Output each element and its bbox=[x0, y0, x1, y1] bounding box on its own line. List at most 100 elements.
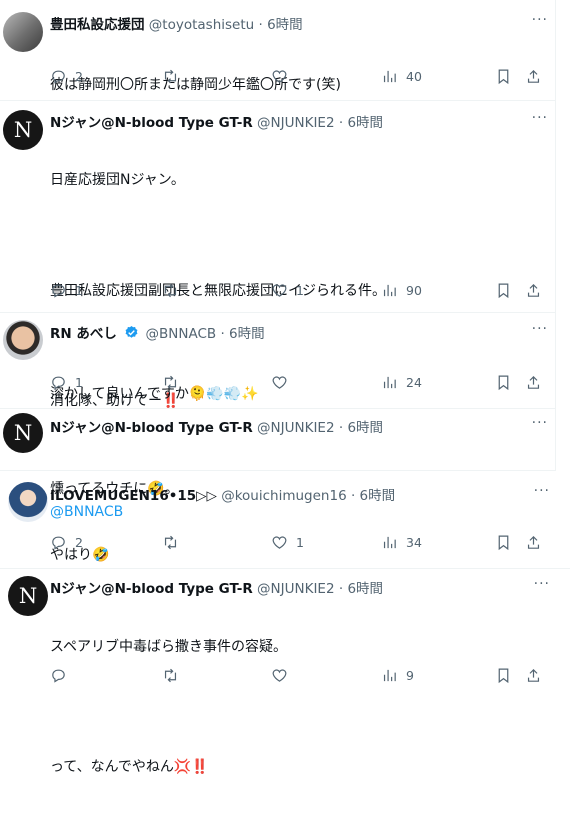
tweet[interactable]: N Nジャン@N-blood Type GT-R @NJUNKIE2 · 6時間… bbox=[0, 568, 570, 775]
tweet-header: ILOVEMUGEN16•15▷▷ @kouichimugen16 · 6時間 bbox=[50, 484, 395, 504]
share-button[interactable] bbox=[525, 374, 542, 391]
views-icon bbox=[383, 70, 396, 83]
tweet-line: スペアリブ中毒ばら撒き事件の容疑。 bbox=[50, 639, 288, 655]
reply-icon bbox=[52, 669, 65, 683]
user-handle[interactable]: @toyotashisetu bbox=[149, 17, 254, 33]
avatar[interactable]: N bbox=[8, 576, 48, 616]
reply-count: 1 bbox=[75, 375, 83, 390]
tweet-line: 日産応援団Nジャン。 bbox=[50, 172, 185, 188]
reply-button[interactable]: 2 bbox=[50, 68, 83, 85]
retweet-button[interactable] bbox=[162, 282, 187, 299]
bookmark-button[interactable] bbox=[495, 282, 512, 299]
like-button[interactable]: 1 bbox=[271, 282, 304, 299]
avatar[interactable] bbox=[3, 320, 43, 360]
reply-count: 2 bbox=[75, 69, 83, 84]
views-icon bbox=[383, 669, 396, 682]
reply-button[interactable]: 1 bbox=[50, 374, 83, 391]
tweet-header: Nジャン@N-blood Type GT-R @NJUNKIE2 · 6時間 bbox=[50, 577, 383, 597]
more-icon[interactable]: ··· bbox=[532, 415, 548, 431]
view-count: 90 bbox=[406, 283, 422, 298]
more-icon[interactable]: ··· bbox=[534, 483, 550, 499]
more-icon[interactable]: ··· bbox=[534, 576, 550, 592]
tweet-header: 豊田私設応援団 @toyotashisetu · 6時間 bbox=[50, 13, 303, 33]
share-button[interactable] bbox=[525, 282, 542, 299]
timestamp[interactable]: 6時間 bbox=[347, 420, 383, 436]
display-name[interactable]: ILOVEMUGEN16•15▷▷ bbox=[50, 488, 217, 504]
avatar[interactable] bbox=[3, 12, 43, 52]
bookmark-button[interactable] bbox=[495, 534, 512, 551]
views-button[interactable]: 9 bbox=[381, 667, 414, 684]
tweet[interactable]: RN あべし @BNNACB · 6時間 ··· 溶かして良いんですか🫠💨💨✨ … bbox=[0, 312, 556, 409]
like-count: 1 bbox=[296, 283, 304, 298]
tweet[interactable]: N Nジャン@N-blood Type GT-R @NJUNKIE2 · 6時間… bbox=[0, 408, 556, 497]
retweet-button[interactable] bbox=[162, 534, 187, 551]
reply-button[interactable]: 1 bbox=[50, 282, 83, 299]
bookmark-icon bbox=[498, 535, 509, 551]
more-icon[interactable]: ··· bbox=[532, 12, 548, 28]
more-icon[interactable]: ··· bbox=[532, 321, 548, 337]
display-name[interactable]: RN あべし bbox=[50, 326, 117, 342]
tweet[interactable]: 豊田私設応援団 @toyotashisetu · 6時間 ··· 彼は静岡刑〇所… bbox=[0, 0, 556, 101]
like-icon bbox=[272, 669, 287, 682]
views-button[interactable]: 40 bbox=[381, 68, 422, 85]
reply-button[interactable]: 2 bbox=[50, 534, 83, 551]
retweet-button[interactable] bbox=[162, 667, 187, 684]
like-button[interactable] bbox=[271, 374, 296, 391]
share-button[interactable] bbox=[525, 667, 542, 684]
like-icon bbox=[272, 376, 287, 389]
display-name[interactable]: Nジャン@N-blood Type GT-R bbox=[50, 581, 253, 597]
separator: · bbox=[338, 420, 344, 436]
user-handle[interactable]: @NJUNKIE2 bbox=[257, 115, 335, 131]
views-button[interactable]: 90 bbox=[381, 282, 422, 299]
reply-icon bbox=[52, 536, 65, 550]
tweet-header: RN あべし @BNNACB · 6時間 bbox=[50, 322, 265, 342]
avatar[interactable]: N bbox=[3, 413, 43, 453]
share-icon bbox=[527, 283, 540, 297]
avatar[interactable]: N bbox=[3, 110, 43, 150]
share-icon bbox=[527, 375, 540, 389]
share-button[interactable] bbox=[525, 534, 542, 551]
tweet-header: Nジャン@N-blood Type GT-R @NJUNKIE2 · 6時間 bbox=[50, 111, 383, 131]
retweet-button[interactable] bbox=[162, 374, 187, 391]
separator: · bbox=[258, 17, 263, 33]
action-bar: 2 1 34 bbox=[50, 534, 546, 554]
bookmark-button[interactable] bbox=[495, 667, 512, 684]
tweet[interactable]: ILOVEMUGEN16•15▷▷ @kouichimugen16 · 6時間 … bbox=[0, 470, 570, 569]
display-name[interactable]: Nジャン@N-blood Type GT-R bbox=[50, 420, 253, 436]
share-icon bbox=[527, 69, 540, 83]
bookmark-button[interactable] bbox=[495, 374, 512, 391]
share-button[interactable] bbox=[525, 68, 542, 85]
display-name[interactable]: 豊田私設応援団 bbox=[50, 17, 145, 33]
avatar[interactable] bbox=[8, 482, 48, 522]
like-icon bbox=[272, 70, 287, 83]
retweet-button[interactable] bbox=[162, 68, 187, 85]
user-handle[interactable]: @kouichimugen16 bbox=[221, 488, 346, 504]
display-name[interactable]: Nジャン@N-blood Type GT-R bbox=[50, 115, 253, 131]
user-handle[interactable]: @BNNACB bbox=[146, 326, 217, 342]
separator: · bbox=[338, 115, 344, 131]
user-handle[interactable]: @NJUNKIE2 bbox=[257, 581, 335, 597]
views-button[interactable]: 24 bbox=[381, 374, 422, 391]
views-button[interactable]: 34 bbox=[381, 534, 422, 551]
view-count: 40 bbox=[406, 69, 422, 84]
separator: · bbox=[350, 488, 356, 504]
user-handle[interactable]: @NJUNKIE2 bbox=[257, 420, 335, 436]
timestamp[interactable]: 6時間 bbox=[347, 115, 383, 131]
like-button[interactable]: 1 bbox=[271, 534, 304, 551]
like-button[interactable] bbox=[271, 68, 296, 85]
bookmark-icon bbox=[498, 668, 509, 684]
timestamp[interactable]: 6時間 bbox=[229, 326, 265, 342]
view-count: 34 bbox=[406, 535, 422, 550]
reply-count: 1 bbox=[75, 283, 83, 298]
timestamp[interactable]: 6時間 bbox=[347, 581, 383, 597]
reply-button[interactable] bbox=[50, 667, 75, 684]
tweet[interactable]: N Nジャン@N-blood Type GT-R @NJUNKIE2 · 6時間… bbox=[0, 100, 556, 520]
timestamp[interactable]: 6時間 bbox=[267, 17, 303, 33]
bookmark-button[interactable] bbox=[495, 68, 512, 85]
more-icon[interactable]: ··· bbox=[532, 110, 548, 126]
verified-badge-icon bbox=[125, 325, 138, 338]
like-button[interactable] bbox=[271, 667, 296, 684]
timestamp[interactable]: 6時間 bbox=[360, 488, 396, 504]
